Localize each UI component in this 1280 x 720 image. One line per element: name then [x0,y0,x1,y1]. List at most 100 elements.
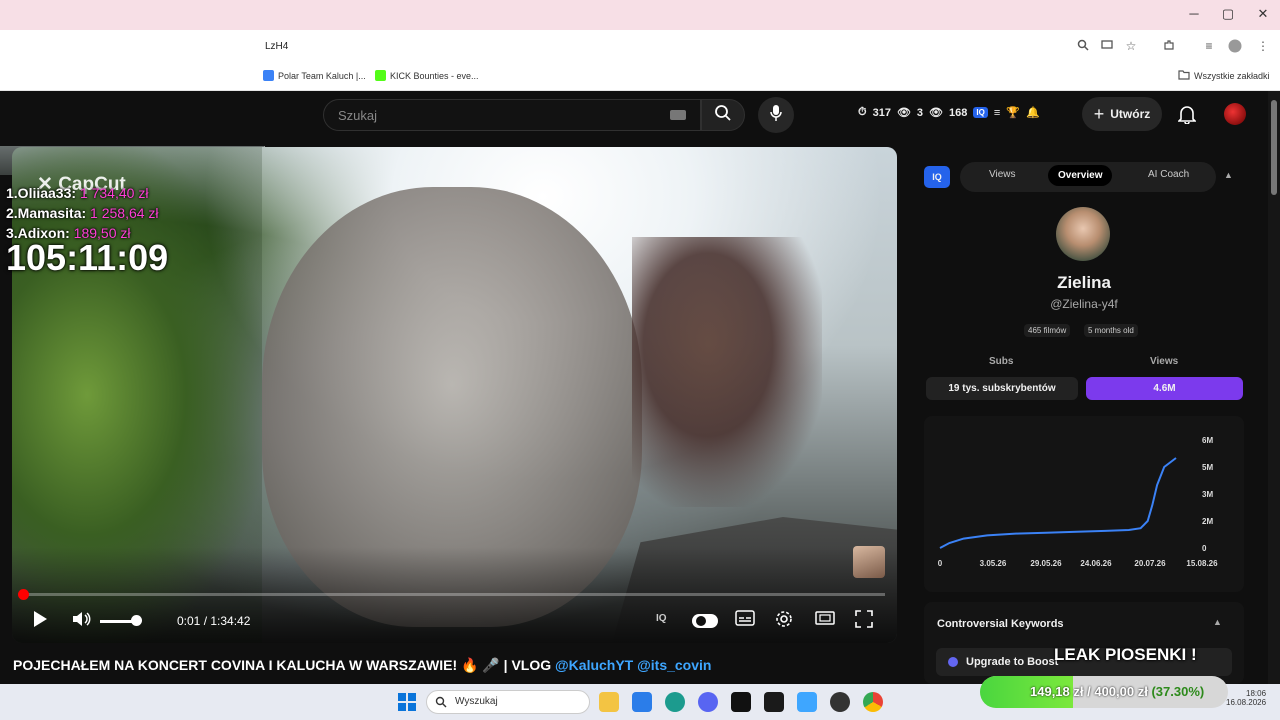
page-scrollbar-thumb[interactable] [1271,100,1277,195]
kick-favicon-icon [375,70,386,81]
browser-titlebar: ─ ▢ ✕ [0,0,1280,30]
bookmark-label: Polar Team Kaluch |... [278,70,366,81]
search-button[interactable] [701,99,745,131]
all-bookmarks-folder[interactable]: Wszystkie zakładki [1178,70,1270,82]
account-avatar[interactable] [1224,103,1246,125]
subs-pill[interactable]: 19 tys. subskrybentów [926,377,1078,400]
chrome-icon[interactable] [863,692,883,712]
views-pill[interactable]: 4.6M [1086,377,1243,400]
goal-current: 149,18 zł [1030,684,1084,699]
tab-ai-coach[interactable]: AI Coach [1148,169,1189,180]
keyboard-icon[interactable] [670,110,686,120]
voice-search-button[interactable] [758,97,794,133]
eye-icon: 👁 [896,107,911,119]
progress-scrubber[interactable] [18,589,29,600]
file-explorer-icon[interactable] [599,692,619,712]
settings-gear-icon[interactable] [775,610,793,632]
boost-icon [948,657,958,667]
windows-start-icon[interactable] [398,693,416,711]
close-window-button[interactable]: ✕ [1246,6,1280,22]
volume-icon[interactable] [72,610,92,632]
tab-views[interactable]: Views [989,169,1016,180]
discord-icon[interactable] [698,692,718,712]
keywords-title: Controversial Keywords [937,618,1064,630]
taskbar-search-label: Wyszukaj [455,696,498,707]
play-button[interactable] [32,610,48,632]
edge-icon[interactable] [665,692,685,712]
install-app-icon[interactable] [1098,39,1116,54]
system-clock[interactable]: 18:06 16.08.2026 [1226,689,1266,707]
channel-handle: @Zielina-y4f [1050,297,1118,311]
collapse-chevron-icon[interactable]: ▲ [1224,170,1233,180]
screen: ─ ▢ ✕ LzH4 ☆ ≡ ⋮ Polar Team Kaluch |... … [0,0,1280,720]
fullscreen-icon[interactable] [855,610,873,632]
panel-tabs: Views Overview AI Coach [960,162,1216,192]
extensions-icon[interactable] [1160,39,1178,54]
autoplay-toggle-knob [696,616,706,626]
zoom-icon[interactable] [1074,39,1092,54]
views-header: Views [1150,356,1179,367]
bookmark-label: KICK Bounties - eve... [390,70,479,81]
store-icon[interactable] [632,692,652,712]
bookmark-kick-bounties[interactable]: KICK Bounties - eve... [375,70,479,81]
channel-watermark[interactable] [853,546,885,578]
iq-logo: IQ [924,166,950,188]
search-input[interactable]: Szukaj [323,99,701,131]
clock-time: 18:06 [1246,689,1267,698]
views-line-chart: 6M 5M 3M 2M 0 0 3.05.26 29.05.26 24.06.26 20.07.2… [938,436,1218,568]
leak-announcement: LEAK PIOSENKI ! [1054,645,1197,664]
extension-stats[interactable]: ⏱ 317 👁 3 👁 168 IQ ≡ 🏆 🔔 [858,106,1040,119]
notifications-bell-icon[interactable] [1177,104,1197,129]
profile-avatar-icon[interactable] [1226,39,1244,56]
iq-player-icon[interactable]: IQ [656,613,667,624]
url-text[interactable]: LzH4 [265,41,288,52]
clock-date: 16.08.2026 [1226,698,1267,707]
mention-link-covin[interactable]: @its_covin [637,657,711,673]
subtitles-icon[interactable] [735,610,755,630]
minimize-button[interactable]: ─ [1177,6,1211,21]
donation-goal-bar: 149,18 zł / 400,00 zł (37.30%) [980,676,1228,708]
y-tick-label: 6M [1202,436,1213,445]
address-bar[interactable]: LzH4 ☆ ≡ ⋮ [0,30,1280,64]
keywords-collapse-icon[interactable]: ▲ [1213,617,1222,627]
donor-row-2: 2.Mamasita: 1 258,64 zł [6,205,159,221]
editor-app-icon[interactable] [797,692,817,712]
progress-bar[interactable] [24,593,885,596]
controversial-keywords-card: Controversial Keywords ▲ Upgrade to Boos… [924,602,1244,684]
iq-extension-icon[interactable]: IQ [973,107,988,118]
bookmark-polar-team[interactable]: Polar Team Kaluch |... [263,70,366,81]
tab-overview[interactable]: Overview [1048,165,1113,186]
media-controls-icon[interactable]: ≡ [1200,39,1218,53]
bookmark-star-icon[interactable]: ☆ [1122,39,1140,53]
create-label: Utwórz [1110,107,1151,121]
microphone-icon [769,104,783,127]
volume-slider-knob[interactable] [131,615,142,626]
video-player[interactable]: 0:01 / 1:34:42 IQ [12,147,897,643]
create-button[interactable]: + Utwórz [1082,97,1162,131]
tiktok-icon[interactable] [731,692,751,712]
taskbar-search[interactable]: Wyszukaj [426,690,590,714]
videos-count-badge: 465 filmów [1024,324,1071,337]
stream-timer: 105:11:09 [6,237,169,278]
channel-avatar[interactable] [1056,207,1110,261]
channel-age-badge: 5 months old [1084,324,1138,337]
video-frame-plant [632,237,822,507]
y-tick-label: 0 [1202,544,1207,553]
obs-icon[interactable] [830,692,850,712]
menu-list-icon[interactable]: ≡ [994,107,1000,119]
theater-mode-icon[interactable] [815,610,835,630]
maximize-button[interactable]: ▢ [1211,6,1245,22]
clock-icon: ⏱ [858,106,867,118]
trophy-icon[interactable]: 🏆 [1006,106,1020,119]
small-bell-icon[interactable]: 🔔 [1026,106,1040,119]
polar-favicon-icon [263,70,274,81]
donor-amount: 1 258,64 zł [90,205,159,221]
browser-menu-icon[interactable]: ⋮ [1254,39,1272,53]
views-chart-card: 6M 5M 3M 2M 0 0 3.05.26 29.05.26 24.06.26 20.07.2… [924,416,1244,592]
x-tick-label: 3.05.26 [980,559,1007,568]
x-tick-label: 15.08.26 [1186,559,1218,568]
analytics-panel: IQ Views Overview AI Coach ▲ Zielina @Zi… [924,158,1244,592]
mention-link-kaluch[interactable]: @KaluchYT [555,657,633,673]
nvidia-app-icon[interactable] [764,692,784,712]
donor-rank: 1.Oliiaa33: [6,185,77,201]
